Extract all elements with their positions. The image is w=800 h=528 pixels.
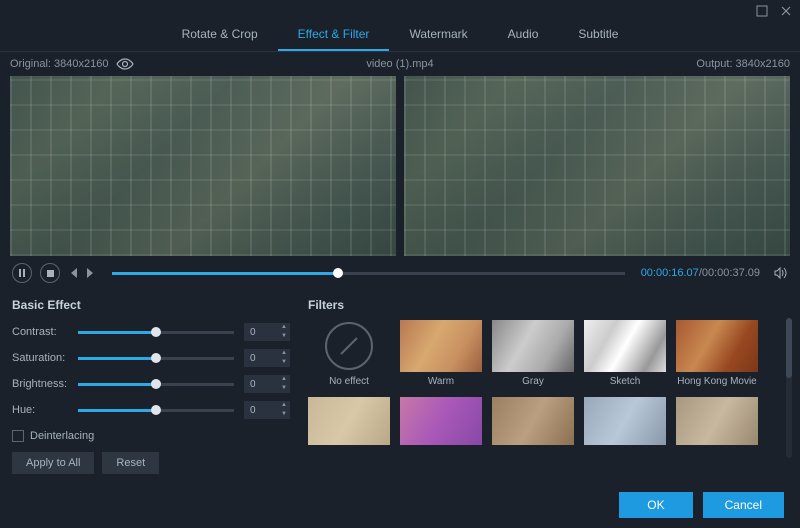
timeline-slider[interactable]	[112, 272, 625, 275]
volume-icon[interactable]	[774, 267, 788, 279]
filter-no-effect-label: No effect	[308, 376, 390, 387]
brightness-label: Brightness:	[12, 378, 78, 390]
filter-sketch-label: Sketch	[584, 376, 666, 387]
brightness-down[interactable]: ▼	[278, 384, 290, 393]
contrast-spinner[interactable]: 0 ▲▼	[244, 323, 290, 341]
tab-rotate-crop[interactable]: Rotate & Crop	[162, 22, 278, 51]
brightness-up[interactable]: ▲	[278, 375, 290, 384]
hue-spinner[interactable]: 0 ▲▼	[244, 401, 290, 419]
filter-sketch[interactable]	[584, 320, 666, 372]
hue-down[interactable]: ▼	[278, 410, 290, 419]
preview-original	[10, 76, 396, 256]
contrast-up[interactable]: ▲	[278, 323, 290, 332]
filter-row2-2[interactable]	[400, 397, 482, 445]
footer: OK Cancel	[619, 492, 784, 518]
filters-scrollbar[interactable]	[786, 318, 792, 458]
contrast-down[interactable]: ▼	[278, 332, 290, 341]
filter-row2-1[interactable]	[308, 397, 390, 445]
saturation-up[interactable]: ▲	[278, 349, 290, 358]
filter-no-effect[interactable]	[325, 322, 373, 370]
contrast-slider[interactable]	[78, 331, 234, 334]
ok-button[interactable]: OK	[619, 492, 692, 518]
brightness-spinner[interactable]: 0 ▲▼	[244, 375, 290, 393]
prev-frame-icon[interactable]	[68, 268, 78, 278]
pause-button[interactable]	[12, 263, 32, 283]
hue-label: Hue:	[12, 404, 78, 416]
filter-hk-label: Hong Kong Movie	[676, 376, 758, 387]
deinterlacing-label: Deinterlacing	[30, 430, 94, 442]
saturation-spinner[interactable]: 0 ▲▼	[244, 349, 290, 367]
filter-warm-label: Warm	[400, 376, 482, 387]
preview-output	[404, 76, 790, 256]
reset-button[interactable]: Reset	[102, 452, 159, 474]
stop-button[interactable]	[40, 263, 60, 283]
apply-to-all-button[interactable]: Apply to All	[12, 452, 94, 474]
next-frame-icon[interactable]	[86, 268, 96, 278]
output-resolution: Output: 3840x2160	[696, 58, 790, 70]
filters-panel: Filters No effect Warm Gray Sketch	[308, 298, 788, 482]
close-button[interactable]	[778, 3, 794, 19]
filters-title: Filters	[308, 298, 788, 312]
tab-watermark[interactable]: Watermark	[389, 22, 487, 51]
basic-effect-title: Basic Effect	[12, 298, 290, 312]
hue-value: 0	[244, 405, 278, 416]
filter-row2-5[interactable]	[676, 397, 758, 445]
filter-row2-4[interactable]	[584, 397, 666, 445]
filter-hong-kong-movie[interactable]	[676, 320, 758, 372]
minimize-button[interactable]	[754, 3, 770, 19]
tab-effect-filter[interactable]: Effect & Filter	[278, 22, 390, 51]
contrast-label: Contrast:	[12, 326, 78, 338]
brightness-slider[interactable]	[78, 383, 234, 386]
deinterlacing-checkbox[interactable]	[12, 430, 24, 442]
saturation-down[interactable]: ▼	[278, 358, 290, 367]
time-current: 00:00:16.07	[641, 267, 699, 279]
titlebar	[0, 0, 800, 22]
saturation-slider[interactable]	[78, 357, 234, 360]
contrast-value: 0	[244, 327, 278, 338]
eye-icon[interactable]	[116, 58, 134, 70]
filter-gray-label: Gray	[492, 376, 574, 387]
time-display: 00:00:16.07/00:00:37.09	[641, 267, 760, 279]
preview-row	[0, 76, 800, 256]
filename-label: video (1).mp4	[366, 58, 433, 70]
original-resolution: Original: 3840x2160	[10, 58, 108, 70]
tabs: Rotate & Crop Effect & Filter Watermark …	[0, 22, 800, 52]
cancel-button[interactable]: Cancel	[703, 492, 784, 518]
tab-subtitle[interactable]: Subtitle	[558, 22, 638, 51]
tab-audio[interactable]: Audio	[488, 22, 559, 51]
saturation-label: Saturation:	[12, 352, 78, 364]
saturation-value: 0	[244, 353, 278, 364]
brightness-value: 0	[244, 379, 278, 390]
filter-gray[interactable]	[492, 320, 574, 372]
hue-slider[interactable]	[78, 409, 234, 412]
filter-row2-3[interactable]	[492, 397, 574, 445]
filter-warm[interactable]	[400, 320, 482, 372]
info-bar: Original: 3840x2160 video (1).mp4 Output…	[0, 52, 800, 76]
basic-effect-panel: Basic Effect Contrast: 0 ▲▼ Saturation: …	[12, 298, 290, 482]
hue-up[interactable]: ▲	[278, 401, 290, 410]
time-total: 00:00:37.09	[702, 267, 760, 279]
playback-bar: 00:00:16.07/00:00:37.09	[0, 256, 800, 290]
